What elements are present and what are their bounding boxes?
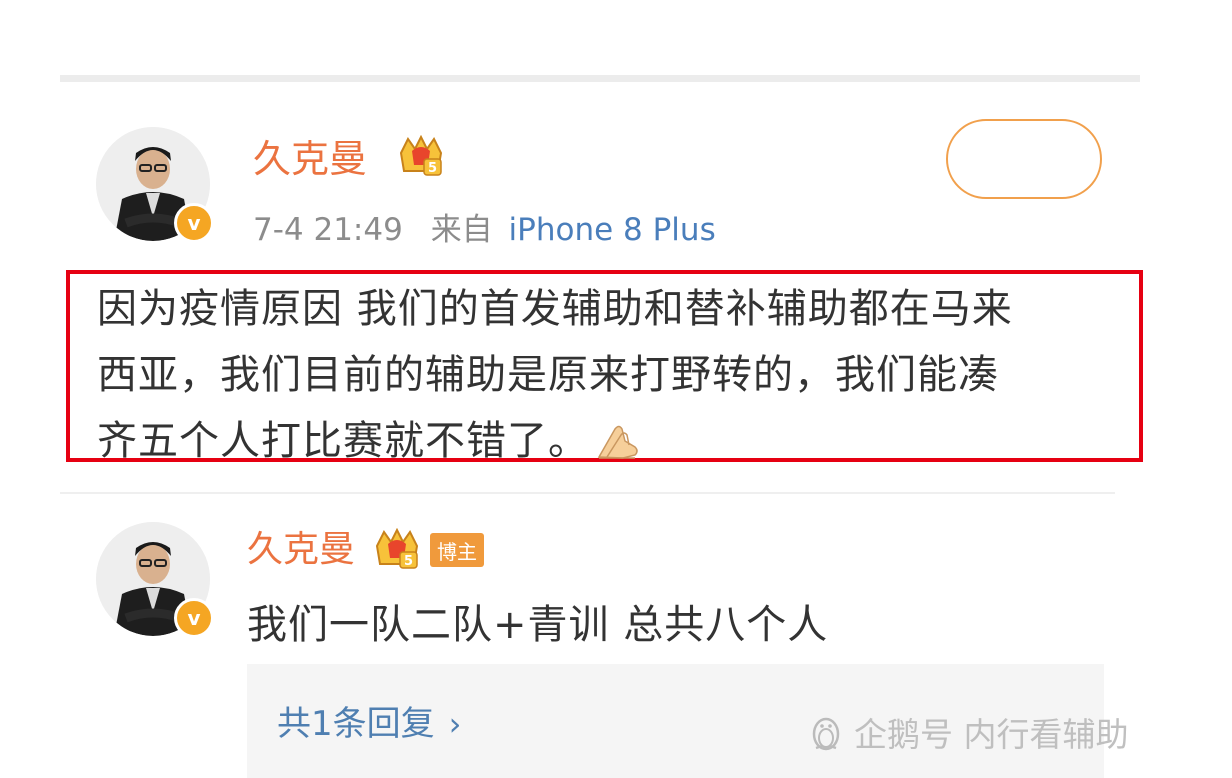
view-replies-link[interactable]: 共1条回复 › [277, 696, 461, 745]
comment-username[interactable]: 久克曼 [247, 532, 355, 568]
svg-text:5: 5 [428, 161, 437, 176]
comment-avatar[interactable]: v [96, 522, 214, 638]
author-badge: 博主 [430, 533, 484, 567]
crown-vip-icon: 5 [375, 528, 419, 569]
post-text-line-3: 齐五个人打比赛就不错了。 [97, 418, 589, 464]
reply-count-label: 共1条回复 [277, 704, 435, 744]
section-divider [60, 492, 1115, 494]
svg-text:5: 5 [404, 554, 413, 569]
post-text-line: 西亚，我们目前的辅助是原来打野转的，我们能凑 [97, 352, 999, 398]
hands-emoji-icon [597, 425, 638, 459]
post-text-line: 齐五个人打比赛就不错了。 [97, 408, 1117, 474]
post-source-link[interactable]: iPhone 8 Plus [509, 212, 716, 248]
chevron-right-icon: › [448, 705, 462, 743]
post-username[interactable]: 久克曼 [253, 140, 367, 178]
post-text: 因为疫情原因 我们的首发辅助和替补辅助都在马来 西亚，我们目前的辅助是原来打野转… [97, 276, 1117, 474]
avatar[interactable]: v [96, 127, 214, 243]
verified-v-icon: v [174, 203, 214, 243]
post-time: 7-4 21:49 [253, 212, 403, 248]
verified-v-icon: v [174, 598, 214, 638]
watermark-text: 企鹅号 内行看辅助 [854, 715, 1129, 754]
post-meta: 7-4 21:49 来自 iPhone 8 Plus [253, 204, 716, 249]
post-text-line: 因为疫情原因 我们的首发辅助和替补辅助都在马来 [97, 286, 1013, 332]
penguin-icon [812, 717, 840, 751]
follow-button[interactable] [946, 119, 1102, 199]
from-label: 来自 [430, 212, 493, 248]
watermark: 企鹅号 内行看辅助 [806, 708, 1129, 756]
top-divider [60, 75, 1140, 82]
crown-vip-icon: 5 [399, 135, 443, 176]
comment-text: 我们一队二队+青训 总共八个人 [247, 602, 829, 648]
